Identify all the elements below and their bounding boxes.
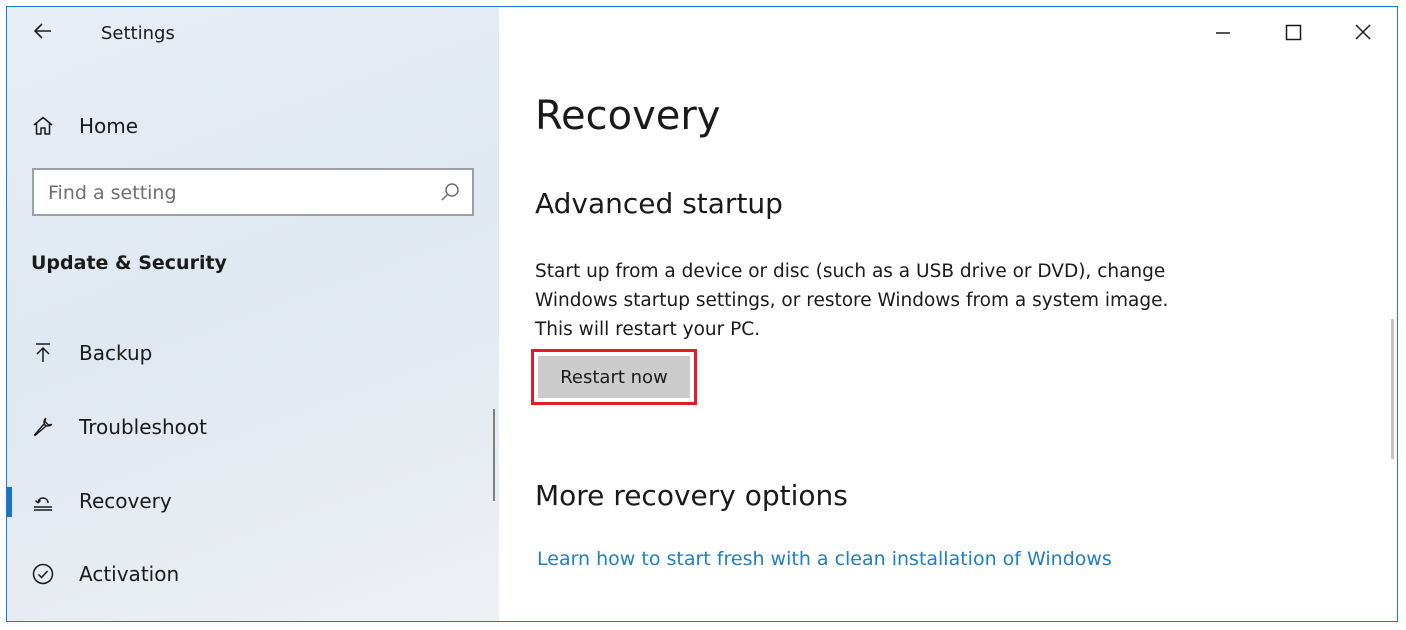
sidebar-item-label: Backup xyxy=(79,341,153,365)
advanced-startup-heading: Advanced startup xyxy=(535,187,783,220)
sidebar-item-backup[interactable]: Backup xyxy=(7,331,493,375)
minimize-icon[interactable] xyxy=(1201,15,1245,49)
clean-install-link[interactable]: Learn how to start fresh with a clean in… xyxy=(537,548,1112,570)
page-title: Recovery xyxy=(535,93,721,139)
sidebar-item-recovery[interactable]: Recovery xyxy=(7,479,493,523)
back-arrow-icon[interactable] xyxy=(31,19,55,43)
search-box xyxy=(32,168,474,216)
restart-now-button[interactable]: Restart now xyxy=(538,356,690,398)
wrench-icon xyxy=(31,415,55,439)
description-line: Windows startup settings, or restore Win… xyxy=(535,290,1169,311)
more-recovery-options-heading: More recovery options xyxy=(535,479,848,512)
description-line: This will restart your PC. xyxy=(535,319,761,340)
settings-window: Settings Home Update & Security xyxy=(6,6,1398,622)
sidebar-item-label: Recovery xyxy=(79,489,172,513)
section-header: Update & Security xyxy=(31,252,227,274)
sidebar-item-label: Troubleshoot xyxy=(79,415,207,439)
app-title: Settings xyxy=(101,23,175,44)
recovery-icon xyxy=(31,489,55,513)
search-input[interactable] xyxy=(46,170,430,216)
sidebar-item-label: Home xyxy=(79,114,139,138)
main-scrollbar[interactable] xyxy=(1391,319,1394,459)
check-circle-icon xyxy=(31,562,55,586)
maximize-icon[interactable] xyxy=(1271,15,1315,49)
upload-arrow-icon xyxy=(31,341,55,365)
restart-button-highlight: Restart now xyxy=(531,349,697,405)
sidebar-item-label: Activation xyxy=(79,562,180,586)
main-content: Recovery Advanced startup Start up from … xyxy=(499,7,1397,621)
sidebar-item-activation[interactable]: Activation xyxy=(7,552,493,596)
home-icon xyxy=(31,114,55,138)
search-icon[interactable] xyxy=(440,182,460,202)
description-line: Start up from a device or disc (such as … xyxy=(535,261,1166,282)
sidebar-scrollbar[interactable] xyxy=(493,409,495,501)
close-icon[interactable] xyxy=(1341,15,1385,49)
sidebar-item-troubleshoot[interactable]: Troubleshoot xyxy=(7,405,493,449)
advanced-startup-description: Start up from a device or disc (such as … xyxy=(535,257,1235,344)
sidebar: Settings Home Update & Security xyxy=(7,7,499,621)
sidebar-item-home[interactable]: Home xyxy=(7,104,493,148)
